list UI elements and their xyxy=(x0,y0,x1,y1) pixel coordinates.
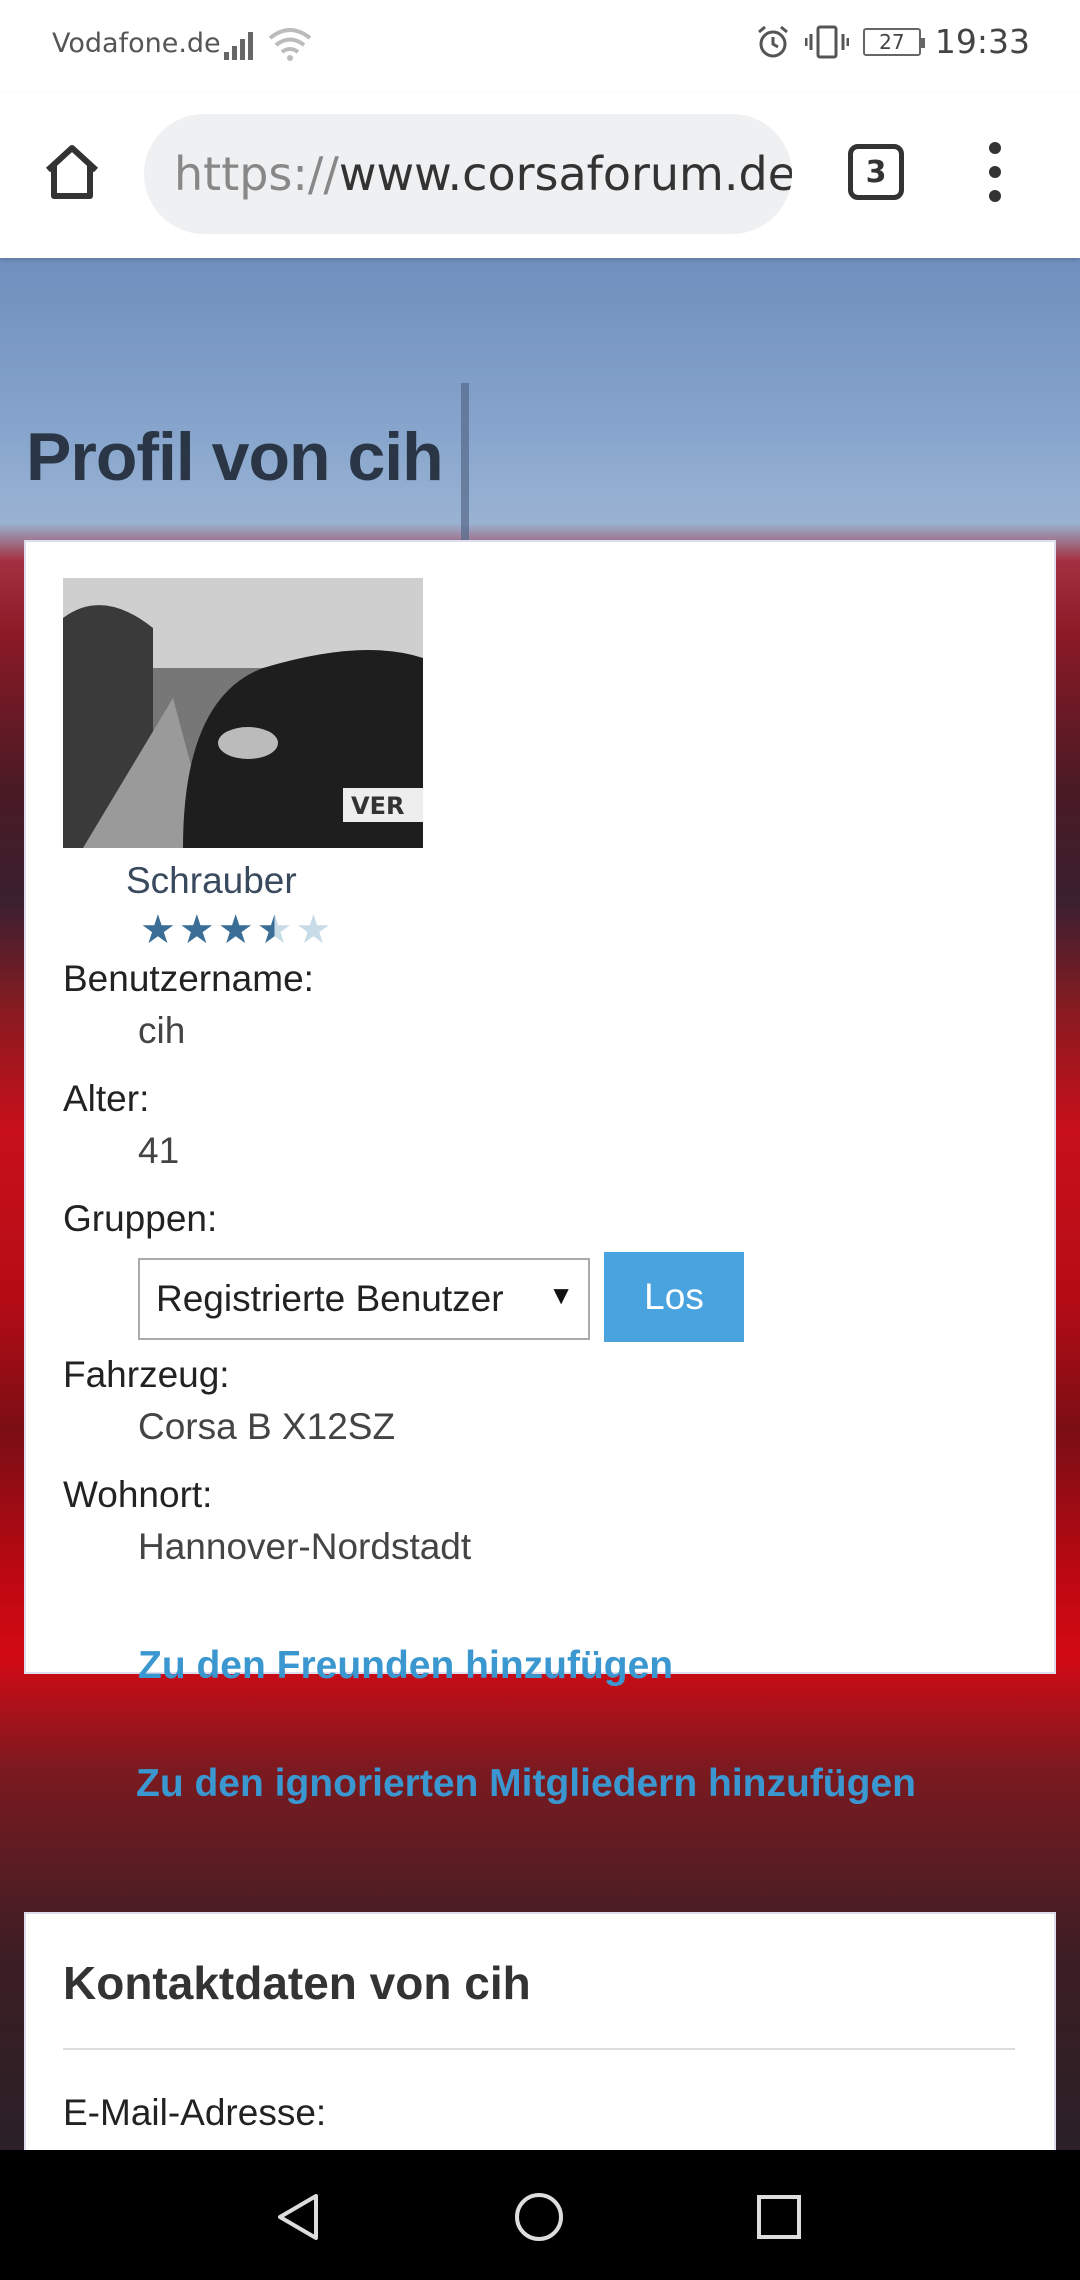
add-friend-link[interactable]: Zu den Freunden hinzufügen xyxy=(138,1644,673,1688)
wifi-icon xyxy=(268,28,312,61)
battery-level: 27 xyxy=(879,29,905,54)
username-label: Benutzername: xyxy=(63,958,314,999)
star-icon: ★ xyxy=(217,907,254,953)
go-button[interactable]: Los xyxy=(604,1252,744,1342)
avatar: VER xyxy=(63,578,423,848)
back-icon[interactable] xyxy=(272,2190,326,2244)
location-value: Hannover-Nordstadt xyxy=(138,1526,472,1567)
username-value: cih xyxy=(138,1010,186,1051)
chevron-down-icon: ▼ xyxy=(548,1280,574,1310)
url-scheme: https:// xyxy=(174,147,339,201)
star-icon: ★ xyxy=(295,907,332,953)
page-title: Profil von cih xyxy=(26,419,444,495)
add-ignored-link[interactable]: Zu den ignorierten Mitgliedern hinzufüge… xyxy=(136,1762,916,1806)
alarm-icon xyxy=(757,25,788,57)
location-label: Wohnort: xyxy=(63,1474,213,1515)
rating-stars: ★ ★ ★ ★ ★ xyxy=(140,910,331,950)
groups-label: Gruppen: xyxy=(63,1198,218,1239)
tab-count: 3 xyxy=(865,154,887,190)
star-icon: ★ xyxy=(256,907,293,953)
vehicle-label: Fahrzeug: xyxy=(63,1354,230,1395)
clock: 19:33 xyxy=(934,22,1030,61)
email-label: E-Mail-Adresse: xyxy=(63,2092,327,2133)
status-bar: Vodafone.de 27 19:33 xyxy=(0,0,1080,92)
svg-text:VER: VER xyxy=(351,792,404,820)
rank-title: Schrauber xyxy=(126,860,297,901)
tabs-icon[interactable]: 3 xyxy=(848,144,904,200)
signal-icon xyxy=(224,32,253,60)
url-host: www.corsaforum.de xyxy=(338,147,792,201)
recents-icon[interactable] xyxy=(752,2190,806,2244)
contact-card: Kontaktdaten von cih E-Mail-Adresse: xyxy=(24,1912,1056,2150)
divider xyxy=(63,2048,1015,2050)
age-label: Alter: xyxy=(63,1078,150,1119)
vibrate-icon xyxy=(804,25,849,58)
battery-icon: 27 xyxy=(862,27,925,56)
vehicle-value: Corsa B X12SZ xyxy=(138,1406,396,1447)
contact-title: Kontaktdaten von cih xyxy=(63,1957,531,2009)
browser-toolbar: https://www.corsaforum.de 3 xyxy=(0,92,1080,258)
star-icon: ★ xyxy=(178,907,215,953)
carrier-label: Vodafone.de xyxy=(52,28,221,59)
home-icon[interactable] xyxy=(40,140,104,204)
address-bar[interactable]: https://www.corsaforum.de xyxy=(144,114,792,234)
age-value: 41 xyxy=(138,1130,180,1171)
system-nav-bar xyxy=(0,2150,1080,2280)
groups-selected-value: Registrierte Benutzer xyxy=(156,1278,504,1319)
page-content[interactable]: Profil von cih VER Schrauber ★ ★ ★ ★ ★ Benut… xyxy=(0,258,1080,2150)
overflow-menu-icon[interactable] xyxy=(980,142,1010,202)
profile-card: VER Schrauber ★ ★ ★ ★ ★ Benutzername: cih Al… xyxy=(24,540,1056,1687)
home-circle-icon[interactable] xyxy=(512,2190,566,2244)
groups-select[interactable]: Registrierte Benutzer ▼ xyxy=(138,1258,590,1340)
star-icon: ★ xyxy=(140,907,176,953)
